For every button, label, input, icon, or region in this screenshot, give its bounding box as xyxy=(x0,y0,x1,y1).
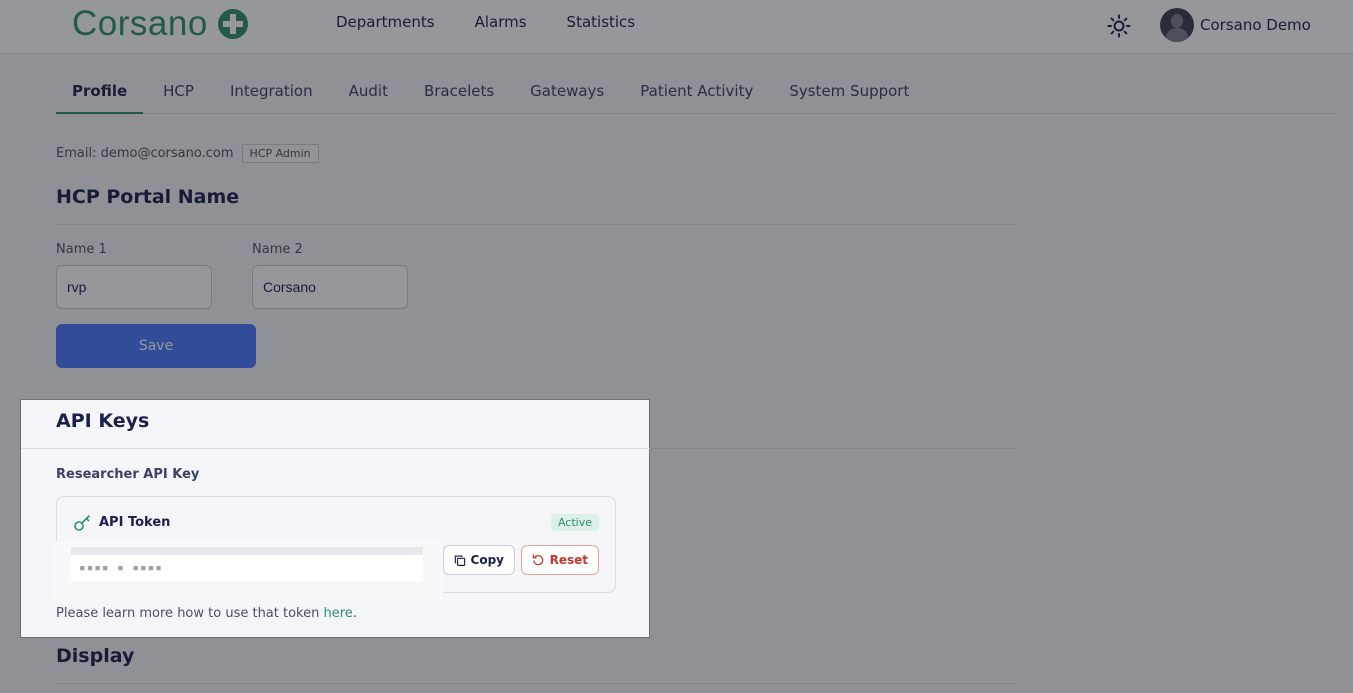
email-row: Email: demo@corsano.com HCP Admin xyxy=(56,144,319,163)
divider xyxy=(56,224,1016,225)
page: Corsano Departments Alarms Statistics Co… xyxy=(0,0,1353,693)
api-keys-panel: API Keys Researcher API Key API Token Ac… xyxy=(20,399,650,638)
nav-alarms[interactable]: Alarms xyxy=(475,13,527,31)
name2-label: Name 2 xyxy=(252,242,303,257)
user-menu[interactable]: Corsano Demo xyxy=(1160,8,1311,42)
tab-hcp[interactable]: HCP xyxy=(147,72,210,114)
tab-gateways[interactable]: Gateways xyxy=(514,72,620,114)
corsano-logo[interactable]: Corsano xyxy=(72,4,248,44)
save-button[interactable]: Save xyxy=(56,324,256,368)
help-prefix: Please learn more how to use that token xyxy=(56,606,324,621)
help-text: Please learn more how to use that token … xyxy=(56,606,357,621)
name1-input[interactable] xyxy=(56,265,212,309)
researcher-api-key-label: Researcher API Key xyxy=(56,467,200,482)
divider xyxy=(56,683,1016,684)
help-link[interactable]: here xyxy=(324,606,353,621)
tab-audit[interactable]: Audit xyxy=(333,72,404,114)
logo-text: Corsano xyxy=(72,4,208,43)
portal-name-title: HCP Portal Name xyxy=(56,186,240,208)
status-badge: Active xyxy=(550,514,599,531)
settings-tabs: Profile HCP Integration Audit Bracelets … xyxy=(56,72,1336,114)
copy-icon xyxy=(454,554,466,566)
top-header: Corsano Departments Alarms Statistics Co… xyxy=(0,0,1353,54)
api-token-value[interactable]: ▪▪▪▪ ▪ ▪▪▪▪ xyxy=(71,547,423,581)
sun-icon[interactable] xyxy=(1107,14,1131,38)
reset-button[interactable]: Reset xyxy=(521,545,599,575)
tab-profile[interactable]: Profile xyxy=(56,72,144,114)
display-title: Display xyxy=(56,645,135,667)
nav-departments[interactable]: Departments xyxy=(336,13,435,31)
reset-icon xyxy=(532,554,544,566)
user-name: Corsano Demo xyxy=(1200,16,1311,34)
api-token-label: API Token xyxy=(99,515,171,530)
api-keys-title: API Keys xyxy=(56,410,150,432)
account-email: Email: demo@corsano.com xyxy=(56,146,234,161)
name1-label: Name 1 xyxy=(56,242,107,257)
key-icon xyxy=(74,515,90,531)
copy-button[interactable]: Copy xyxy=(443,545,515,575)
reset-label: Reset xyxy=(549,553,588,567)
tab-system-support[interactable]: System Support xyxy=(773,72,925,114)
help-suffix: . xyxy=(352,606,357,621)
tab-patient-activity[interactable]: Patient Activity xyxy=(624,72,769,114)
divider xyxy=(21,448,650,449)
nav-statistics[interactable]: Statistics xyxy=(567,13,636,31)
api-token-card: API Token Active ▪▪▪▪ ▪ ▪▪▪▪ Copy Reset xyxy=(51,496,616,601)
tab-integration[interactable]: Integration xyxy=(214,72,329,114)
medical-cross-icon xyxy=(217,9,248,39)
token-field: ▪▪▪▪ ▪ ▪▪▪▪ xyxy=(51,541,443,601)
name2-input[interactable] xyxy=(252,265,408,309)
avatar xyxy=(1160,8,1194,42)
tab-bracelets[interactable]: Bracelets xyxy=(408,72,510,114)
copy-label: Copy xyxy=(470,553,504,567)
role-badge: HCP Admin xyxy=(241,144,319,163)
top-nav: Departments Alarms Statistics xyxy=(336,13,635,31)
